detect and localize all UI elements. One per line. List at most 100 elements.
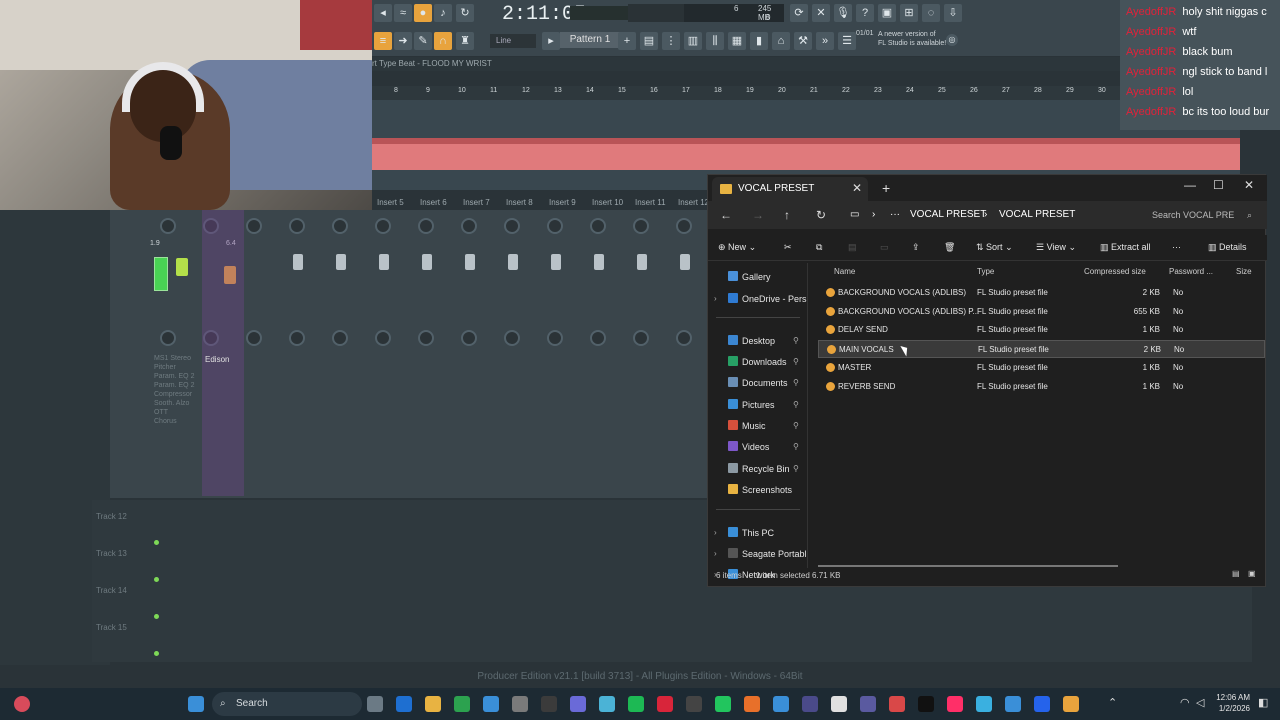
sidebar-item[interactable]: OneDrive - Pers — [728, 293, 807, 304]
more-options-icon[interactable]: ··· — [1172, 242, 1181, 252]
volume-fader[interactable] — [680, 254, 690, 270]
file-row[interactable]: BACKGROUND VOCALS (ADLIBS) FL Studio pres… — [818, 284, 1265, 302]
wifi-icon[interactable]: ◠ — [1180, 696, 1196, 712]
taskbar-app-icon[interactable] — [889, 696, 905, 712]
sidebar-item[interactable]: Music — [728, 420, 766, 431]
volume-fader[interactable] — [336, 254, 346, 270]
fx-slot[interactable]: Param. EQ 2 — [154, 372, 202, 381]
refresh-icon[interactable]: ⟳ — [790, 4, 808, 22]
taskbar-app-icon[interactable] — [628, 696, 644, 712]
save-icon[interactable]: ▣ — [878, 4, 896, 22]
pan-knob[interactable] — [246, 218, 262, 234]
taskbar-app-icon[interactable] — [1034, 696, 1050, 712]
send-knob[interactable] — [246, 330, 262, 346]
mixer-icon[interactable]: ⫼ — [706, 32, 724, 50]
taskbar-app-icon[interactable] — [512, 696, 528, 712]
browser-icon[interactable]: ▦ — [728, 32, 746, 50]
taskbar-app-icon[interactable] — [1005, 696, 1021, 712]
pencil-icon[interactable]: ✎ — [414, 32, 432, 50]
forward-icon[interactable]: → — [752, 208, 764, 222]
send-knob[interactable] — [504, 330, 520, 346]
fx-slot[interactable]: Sooth. Alzo — [154, 399, 202, 408]
taskbar-app-icon[interactable] — [715, 696, 731, 712]
sidebar-item[interactable]: Downloads — [728, 356, 787, 367]
sidebar-item[interactable]: This PC — [728, 527, 774, 538]
taskbar-app-icon[interactable] — [483, 696, 499, 712]
new-button[interactable]: ⊕ New ⌄ — [718, 242, 756, 253]
pan-knob[interactable] — [289, 218, 305, 234]
patcher-icon[interactable]: ⌂ — [772, 32, 790, 50]
chat-icon[interactable]: ◌ — [922, 4, 940, 22]
column-type[interactable]: Type — [977, 267, 994, 276]
taskbar-app-icon[interactable] — [367, 696, 383, 712]
extract-all-button[interactable]: ▥ Extract all — [1100, 242, 1151, 253]
column-size[interactable]: Size — [1236, 267, 1252, 276]
breadcrumb-item-1[interactable]: VOCAL PRESET — [910, 205, 986, 225]
track-label[interactable]: Track 14 — [96, 586, 127, 595]
playlist-timeline[interactable]: 8 9 10 11 12 13 14 15 16 17 18 19 20 21 22 23 24 25 26 27 28… — [372, 86, 1240, 100]
taskbar-search[interactable]: ⌕ Search — [212, 692, 362, 716]
send-knob[interactable] — [289, 330, 305, 346]
minimize-icon[interactable]: — — [1184, 178, 1196, 192]
send-knob[interactable] — [332, 330, 348, 346]
send-icon[interactable]: » — [816, 32, 834, 50]
sidebar-item[interactable]: Pictures — [728, 399, 775, 410]
sidebar-item[interactable]: Screenshots — [728, 484, 792, 495]
wave-icon[interactable]: ≈ — [394, 4, 412, 22]
details-view-icon[interactable]: ▤ — [1232, 569, 1240, 578]
taskbar-app-icon[interactable] — [976, 696, 992, 712]
expand-chevron-icon[interactable]: › — [714, 528, 717, 537]
track-label[interactable]: Track 13 — [96, 549, 127, 558]
volume-fader[interactable] — [594, 254, 604, 270]
sort-button[interactable]: ⇅ Sort ⌄ — [976, 242, 1013, 253]
sidebar-item[interactable]: Desktop — [728, 335, 775, 346]
pan-knob[interactable] — [332, 218, 348, 234]
tools-wrench-icon[interactable]: ⚒ — [794, 32, 812, 50]
taskbar-app-icon[interactable] — [773, 696, 789, 712]
mic-icon[interactable]: 🎙 — [834, 4, 852, 22]
column-name[interactable]: Name — [834, 267, 855, 276]
taskbar-app-icon[interactable] — [947, 696, 963, 712]
pan-knob[interactable] — [461, 218, 477, 234]
globe-icon[interactable]: ◎ — [946, 34, 958, 46]
master-fader[interactable] — [176, 258, 188, 276]
pan-knob[interactable] — [418, 218, 434, 234]
taskbar-app-icon[interactable] — [831, 696, 847, 712]
file-row[interactable]: BACKGROUND VOCALS (ADLIBS) P... FL Studio… — [818, 303, 1265, 321]
sidebar-item[interactable]: Documents — [728, 377, 788, 388]
fx-slot[interactable]: Compressor — [154, 390, 202, 399]
tools-icon[interactable]: ✕ — [812, 4, 830, 22]
taskbar-app-icon[interactable] — [541, 696, 557, 712]
weather-icon[interactable] — [14, 696, 30, 712]
address-bar[interactable]: ▭ › ··· VOCAL PRESET › VOCAL PRESET — [846, 205, 1134, 225]
send-knob[interactable] — [590, 330, 606, 346]
sidebar-item[interactable]: Gallery — [728, 271, 771, 282]
track-active-dot[interactable] — [154, 614, 159, 619]
horizontal-scrollbar[interactable] — [818, 565, 1118, 567]
close-tab-icon[interactable]: ✕ — [852, 181, 862, 195]
file-row[interactable]: DELAY SEND FL Studio preset file 1 KB No — [818, 321, 1265, 339]
copy-icon[interactable]: ⧉ — [816, 242, 822, 253]
send-knob[interactable] — [160, 330, 176, 346]
playlist-icon[interactable]: ≡ — [374, 32, 392, 50]
breadcrumb-item-2[interactable]: VOCAL PRESET — [999, 205, 1075, 225]
column-password[interactable]: Password ... — [1169, 267, 1213, 276]
tray-chevron-icon[interactable]: ⌃ — [1108, 696, 1124, 712]
sidebar-item[interactable]: Videos — [728, 441, 769, 452]
list-icon[interactable]: ☰ — [838, 32, 856, 50]
notification-icon[interactable]: ◧ — [1258, 696, 1274, 712]
track-label[interactable]: Track 15 — [96, 623, 127, 632]
pan-knob[interactable] — [547, 218, 563, 234]
share-icon[interactable]: ⇪ — [912, 242, 920, 253]
maximize-icon[interactable]: ☐ — [1213, 178, 1224, 192]
stamp-icon[interactable]: ♜ — [456, 32, 474, 50]
arrow-icon[interactable]: ➜ — [394, 32, 412, 50]
fx-slot[interactable]: Pitcher — [154, 363, 202, 372]
taskbar-app-icon[interactable] — [599, 696, 615, 712]
refresh-folder-icon[interactable]: ↻ — [816, 208, 826, 222]
snap-select[interactable]: Line — [490, 34, 536, 48]
fx-slot[interactable]: OTT — [154, 408, 202, 417]
volume-icon[interactable]: ◁ — [1196, 696, 1212, 712]
send-knob[interactable] — [676, 330, 692, 346]
pan-knob[interactable] — [504, 218, 520, 234]
